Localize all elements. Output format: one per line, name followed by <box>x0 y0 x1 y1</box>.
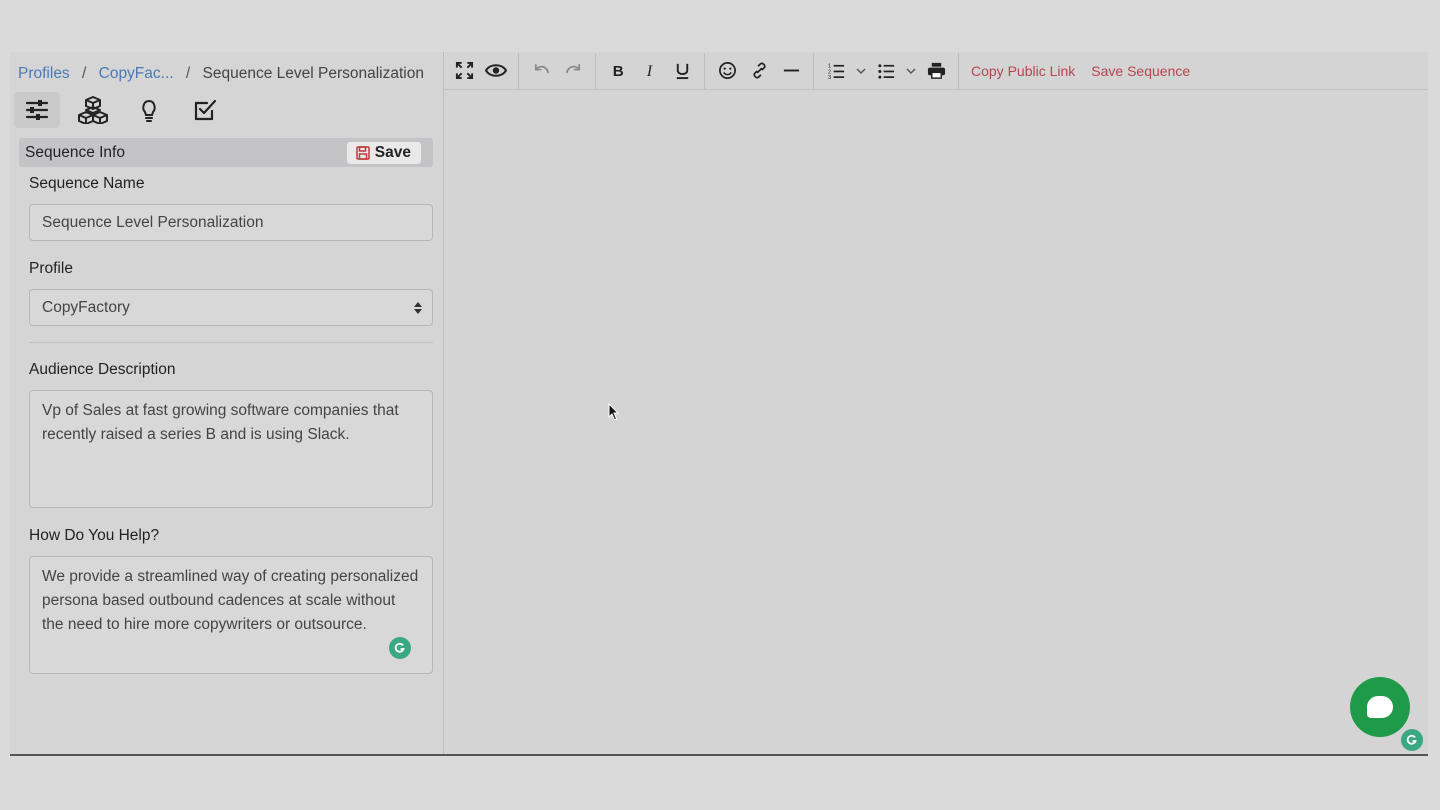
audience-description-textarea[interactable]: Vp of Sales at fast growing software com… <box>29 390 433 508</box>
emoji-button[interactable] <box>711 55 743 87</box>
sidebar: Profiles / CopyFac... / Sequence Level P… <box>10 52 444 754</box>
save-sequence-button[interactable]: Save Sequence <box>1091 63 1190 79</box>
eye-icon <box>485 64 507 77</box>
save-button-label: Save <box>374 143 411 161</box>
tab-ideas[interactable] <box>126 92 172 128</box>
bullet-list-icon <box>877 64 894 79</box>
ordered-list-dropdown[interactable] <box>852 55 870 87</box>
chevron-down-icon <box>856 67 866 74</box>
horizontal-rule-icon <box>783 69 799 72</box>
sidebar-tab-bar <box>14 92 238 132</box>
breadcrumb-separator: / <box>185 65 191 82</box>
printer-icon <box>927 62 945 79</box>
audience-description-label: Audience Description <box>29 361 176 378</box>
profile-label: Profile <box>29 260 73 277</box>
breadcrumb: Profiles / CopyFac... / Sequence Level P… <box>18 65 424 83</box>
lightbulb-icon <box>142 99 156 122</box>
svg-text:B: B <box>612 63 623 80</box>
how-do-you-help-text: We provide a streamlined way of creating… <box>42 568 419 633</box>
fullscreen-button[interactable] <box>448 55 480 87</box>
sequence-editor[interactable]: B I 123 Copy Public Link Save Sequence <box>444 52 1428 754</box>
breadcrumb-profile-link[interactable]: CopyFac... <box>99 65 174 82</box>
horizontal-rule-button[interactable] <box>775 55 807 87</box>
grammarly-icon[interactable] <box>1401 729 1423 751</box>
editor-toolbar: B I 123 Copy Public Link Save Sequence <box>444 52 1428 90</box>
sequence-name-label: Sequence Name <box>29 175 145 192</box>
ordered-list-icon: 123 <box>827 64 844 80</box>
bold-button[interactable]: B <box>602 55 634 87</box>
copy-public-link-button[interactable]: Copy Public Link <box>971 63 1075 79</box>
underline-button[interactable] <box>666 55 698 87</box>
sequence-info-header: Sequence Info Save <box>19 138 433 167</box>
form-divider <box>29 342 433 343</box>
svg-text:I: I <box>645 63 652 80</box>
bold-icon: B <box>612 63 623 80</box>
bullet-list-dropdown[interactable] <box>902 55 920 87</box>
floppy-disk-icon <box>356 145 370 160</box>
profile-select[interactable]: CopyFactory <box>29 289 433 326</box>
app-window: Profiles / CopyFac... / Sequence Level P… <box>10 52 1428 756</box>
sequence-name-input[interactable]: Sequence Level Personalization <box>29 204 433 241</box>
grammarly-icon[interactable] <box>389 637 411 659</box>
section-title: Sequence Info <box>25 143 125 161</box>
italic-icon: I <box>645 63 652 80</box>
checkbox-icon <box>194 99 217 121</box>
link-icon <box>752 62 766 79</box>
bullet-list-button[interactable] <box>870 55 902 87</box>
redo-icon <box>565 63 580 74</box>
toolbar-separator <box>704 52 705 89</box>
undo-button[interactable] <box>525 55 557 87</box>
ordered-list-button[interactable]: 123 <box>820 55 852 87</box>
redo-button[interactable] <box>557 55 589 87</box>
toolbar-separator <box>518 52 519 89</box>
italic-button[interactable]: I <box>634 55 666 87</box>
breadcrumb-separator: / <box>82 65 87 82</box>
chevron-down-icon <box>906 67 916 74</box>
sliders-icon <box>25 100 49 120</box>
toolbar-separator <box>595 52 596 89</box>
tab-review[interactable] <box>182 92 228 128</box>
link-button[interactable] <box>743 55 775 87</box>
print-button[interactable] <box>920 55 952 87</box>
expand-icon <box>455 61 473 80</box>
save-button[interactable]: Save <box>346 141 421 164</box>
svg-text:3: 3 <box>827 75 830 80</box>
profile-select-value: CopyFactory <box>42 299 130 316</box>
cubes-icon <box>78 96 108 124</box>
breadcrumb-current: Sequence Level Personalization <box>202 65 424 82</box>
chat-bubble-icon <box>1367 696 1393 718</box>
tab-content-blocks[interactable] <box>70 92 116 128</box>
mouse-cursor-icon <box>608 403 620 421</box>
breadcrumb-profiles-link[interactable]: Profiles <box>18 65 70 82</box>
tab-settings[interactable] <box>14 92 60 128</box>
how-do-you-help-label: How Do You Help? <box>29 527 160 544</box>
chat-widget-button[interactable] <box>1350 677 1410 737</box>
undo-icon <box>534 63 549 74</box>
select-arrows-icon <box>414 302 422 314</box>
toolbar-separator <box>813 52 814 89</box>
toolbar-separator <box>958 52 959 89</box>
underline-icon <box>676 63 688 80</box>
preview-button[interactable] <box>480 55 512 87</box>
how-do-you-help-textarea[interactable]: We provide a streamlined way of creating… <box>29 556 433 674</box>
smiley-icon <box>718 62 736 79</box>
